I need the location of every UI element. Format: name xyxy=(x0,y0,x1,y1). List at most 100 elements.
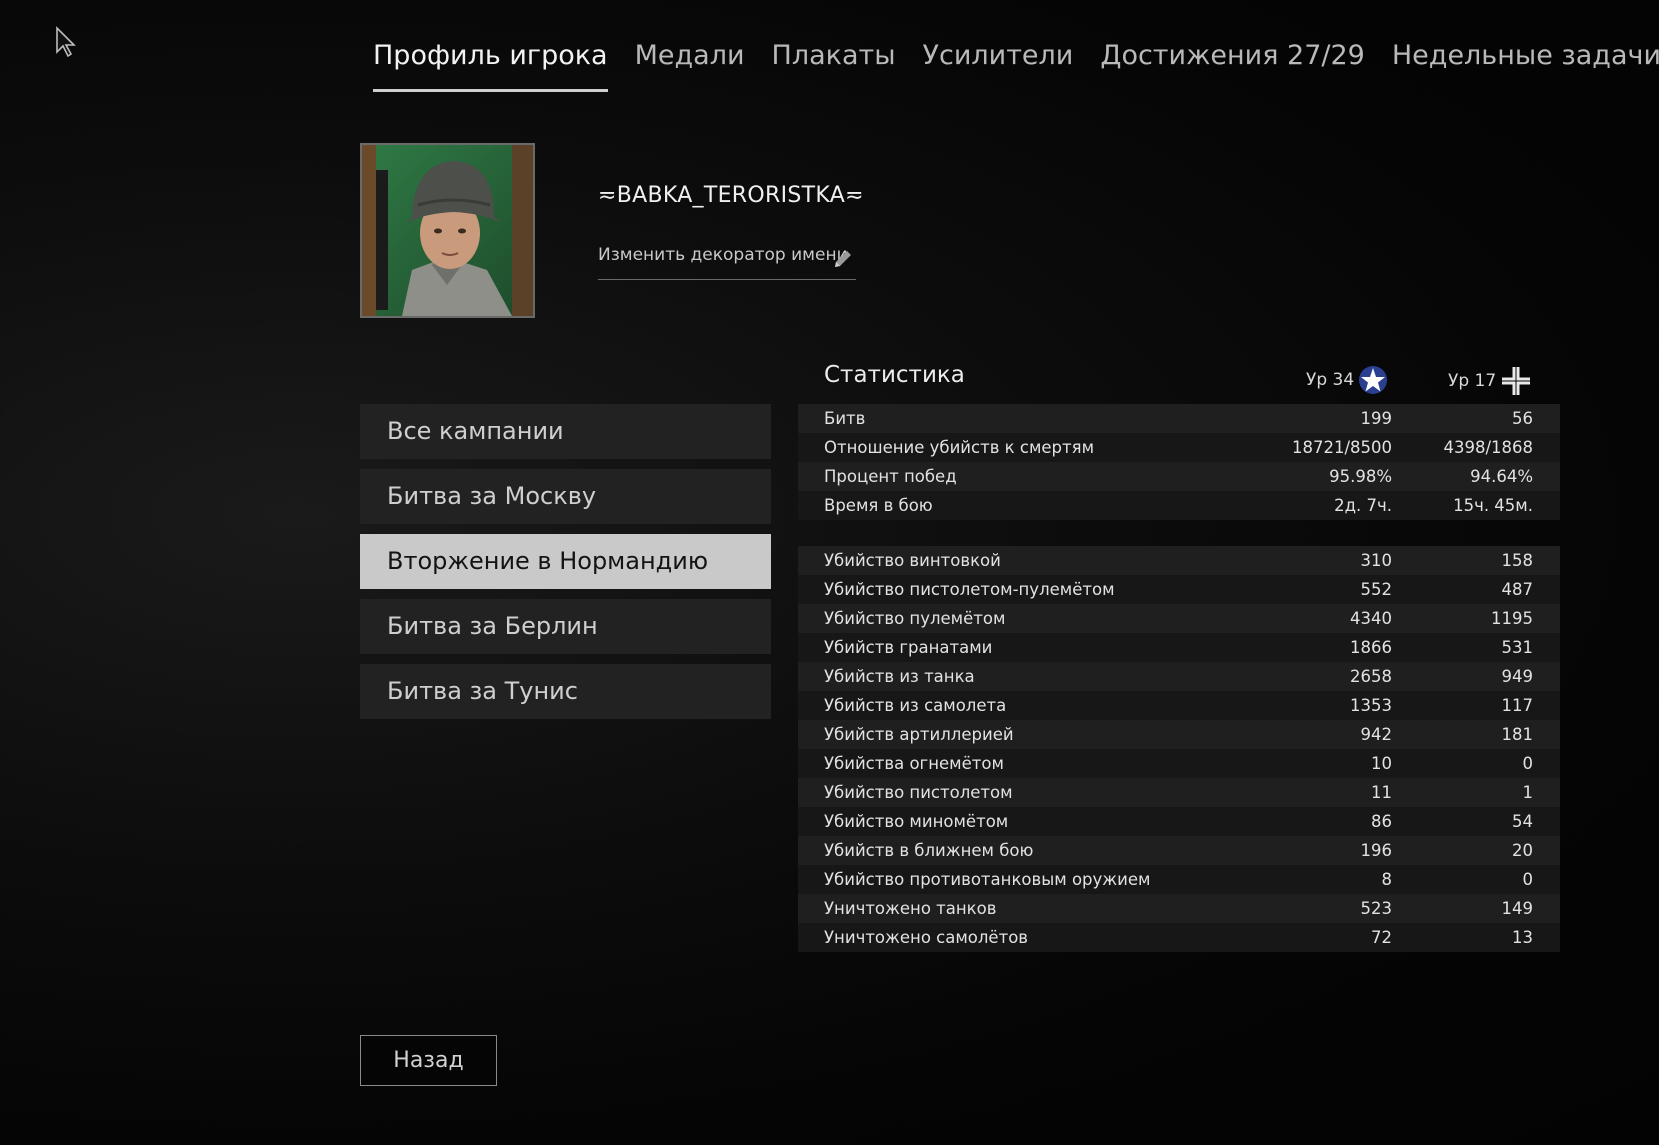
stat-value-allies: 2д. 7ч. xyxy=(1334,496,1392,515)
stat-value-allies: 4340 xyxy=(1350,609,1392,628)
stats-header: Статистика Ур 34 Ур 17 xyxy=(798,356,1560,396)
table-row: Убийств артиллерией 942 181 xyxy=(798,720,1560,749)
campaign-list: Все кампании Битва за Москву Вторжение в… xyxy=(360,404,771,729)
axis-level: Ур 17 xyxy=(1448,365,1532,397)
stat-label: Убийство пистолетом xyxy=(824,783,1013,802)
table-row: Убийства огнемётом 10 0 xyxy=(798,749,1560,778)
change-name-decorator-link[interactable]: Изменить декоратор имени xyxy=(598,245,856,280)
change-decorator-label: Изменить декоратор имени xyxy=(598,245,848,265)
stat-label: Убийства огнемётом xyxy=(824,754,1004,773)
stat-label: Убийство пулемётом xyxy=(824,609,1006,628)
table-row: Убийство винтовкой 310 158 xyxy=(798,546,1560,575)
stats-summary-table: Битв 199 56 Отношение убийств к смертям 1872… xyxy=(798,404,1560,520)
stat-value-allies: 72 xyxy=(1371,928,1392,947)
stat-value-axis: 15ч. 45м. xyxy=(1453,496,1533,515)
mouse-cursor-icon xyxy=(56,26,76,58)
stat-label: Убийство винтовкой xyxy=(824,551,1001,570)
table-row: Убийств гранатами 1866 531 xyxy=(798,633,1560,662)
table-row: Уничтожено танков 523 149 xyxy=(798,894,1560,923)
stat-label: Убийств в ближнем бою xyxy=(824,841,1034,860)
stats-details-table: Убийство винтовкой 310 158 Убийство пистоле… xyxy=(798,546,1560,952)
stat-value-allies: 552 xyxy=(1360,580,1393,599)
table-row: Битв 199 56 xyxy=(798,404,1560,433)
stat-value-allies: 196 xyxy=(1360,841,1393,860)
stat-value-axis: 4398/1868 xyxy=(1443,438,1533,457)
stat-label: Убийство пистолетом-пулемётом xyxy=(824,580,1115,599)
back-button[interactable]: Назад xyxy=(360,1035,497,1086)
stat-value-allies: 1353 xyxy=(1350,696,1392,715)
stat-value-axis: 949 xyxy=(1501,667,1534,686)
allies-level: Ур 34 xyxy=(1306,365,1388,395)
stat-value-axis: 181 xyxy=(1501,725,1534,744)
campaign-all[interactable]: Все кампании xyxy=(360,404,771,459)
stat-label: Уничтожено самолётов xyxy=(824,928,1029,947)
axis-level-label: Ур 17 xyxy=(1448,371,1497,391)
table-row: Процент побед 95.98% 94.64% xyxy=(798,462,1560,491)
table-row: Убийств из танка 2658 949 xyxy=(798,662,1560,691)
tab-player-profile[interactable]: Профиль игрока xyxy=(373,40,608,92)
stat-value-axis: 0 xyxy=(1522,870,1534,889)
stat-value-axis: 94.64% xyxy=(1470,467,1533,486)
avatar[interactable] xyxy=(360,143,535,318)
stat-value-axis: 149 xyxy=(1501,899,1534,918)
stat-value-allies: 86 xyxy=(1371,812,1392,831)
soldier-portrait-icon xyxy=(362,145,533,316)
table-row: Убийство противотанковым оружием 8 0 xyxy=(798,865,1560,894)
tab-boosters[interactable]: Усилители xyxy=(923,40,1074,92)
balkenkreuz-icon xyxy=(1502,367,1531,395)
campaign-moscow[interactable]: Битва за Москву xyxy=(360,469,771,524)
stat-label: Процент побед xyxy=(824,467,957,486)
stat-label: Время в бою xyxy=(824,496,933,515)
stat-value-axis: 0 xyxy=(1522,754,1534,773)
table-row: Убийство пистолетом 11 1 xyxy=(798,778,1560,807)
table-row: Убийство пулемётом 4340 1195 xyxy=(798,604,1560,633)
campaign-normandy[interactable]: Вторжение в Нормандию xyxy=(360,534,771,589)
stat-value-axis: 117 xyxy=(1501,696,1534,715)
stat-value-allies: 11 xyxy=(1371,783,1392,802)
stat-value-axis: 13 xyxy=(1512,928,1533,947)
table-row: Отношение убийств к смертям 18721/8500 439… xyxy=(798,433,1560,462)
tab-medals[interactable]: Медали xyxy=(635,40,745,92)
stat-label: Битв xyxy=(824,409,866,428)
stat-value-axis: 158 xyxy=(1501,551,1534,570)
stat-value-axis: 1195 xyxy=(1491,609,1533,628)
player-name: ≂BABKA_TERORISTKA≂ xyxy=(598,183,864,208)
stat-value-allies: 523 xyxy=(1360,899,1393,918)
stat-value-allies: 942 xyxy=(1360,725,1393,744)
campaign-berlin[interactable]: Битва за Берлин xyxy=(360,599,771,654)
stat-value-axis: 54 xyxy=(1512,812,1533,831)
table-row: Убийство миномётом 86 54 xyxy=(798,807,1560,836)
stat-value-allies: 8 xyxy=(1381,870,1393,889)
allies-level-label: Ур 34 xyxy=(1306,370,1355,390)
table-row: Убийств из самолета 1353 117 xyxy=(798,691,1560,720)
stat-value-allies: 199 xyxy=(1360,409,1393,428)
allied-star-icon xyxy=(1359,366,1388,394)
stat-value-allies: 1866 xyxy=(1350,638,1392,657)
stat-value-allies: 310 xyxy=(1360,551,1393,570)
stat-label: Убийств из самолета xyxy=(824,696,1007,715)
stat-label: Убийств артиллерией xyxy=(824,725,1014,744)
stat-value-axis: 56 xyxy=(1512,409,1533,428)
stat-value-axis: 1 xyxy=(1522,783,1534,802)
stat-label: Убийство миномётом xyxy=(824,812,1009,831)
stat-value-allies: 18721/8500 xyxy=(1291,438,1392,457)
tab-achievements[interactable]: Достижения 27/29 xyxy=(1100,40,1365,92)
stat-label: Убийств из танка xyxy=(824,667,975,686)
top-tabs: Профиль игрока Медали Плакаты Усилители … xyxy=(373,40,1659,92)
tab-weekly-tasks[interactable]: Недельные задачи xyxy=(1392,40,1659,92)
tab-posters[interactable]: Плакаты xyxy=(772,40,896,92)
table-row: Время в бою 2д. 7ч. 15ч. 45м. xyxy=(798,491,1560,520)
campaign-tunisia[interactable]: Битва за Тунис xyxy=(360,664,771,719)
table-row: Убийств в ближнем бою 196 20 xyxy=(798,836,1560,865)
stat-label: Уничтожено танков xyxy=(824,899,997,918)
table-row: Убийство пистолетом-пулемётом 552 487 xyxy=(798,575,1560,604)
stat-label: Убийство противотанковым оружием xyxy=(824,870,1151,889)
stats-title: Статистика xyxy=(824,362,965,388)
stat-value-allies: 2658 xyxy=(1350,667,1392,686)
stat-value-axis: 20 xyxy=(1512,841,1533,860)
table-row: Уничтожено самолётов 72 13 xyxy=(798,923,1560,952)
stat-value-axis: 487 xyxy=(1501,580,1534,599)
stat-value-allies: 10 xyxy=(1371,754,1392,773)
stat-label: Убийств гранатами xyxy=(824,638,993,657)
stat-value-allies: 95.98% xyxy=(1329,467,1392,486)
